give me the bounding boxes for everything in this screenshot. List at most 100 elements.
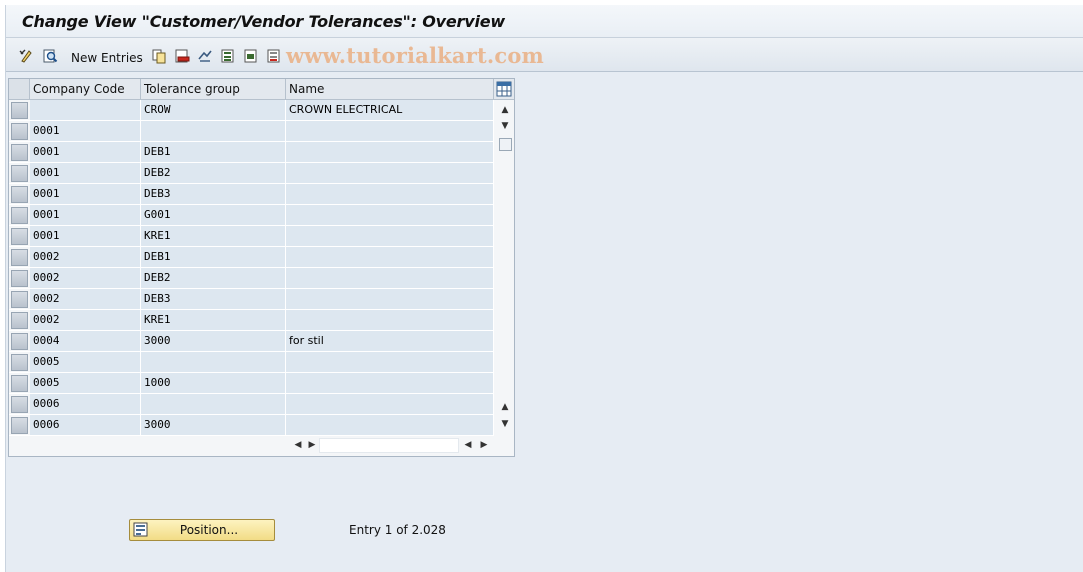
column-header-company-code[interactable]: Company Code <box>30 79 141 99</box>
cell-name[interactable] <box>286 289 494 309</box>
row-selector[interactable] <box>11 396 28 413</box>
table-row[interactable]: 0004 3000 for stil <box>9 331 494 352</box>
row-selector[interactable] <box>11 144 28 161</box>
table-row[interactable]: 0002 DEB3 <box>9 289 494 310</box>
cell-tolerance-group[interactable]: DEB2 <box>141 163 286 183</box>
scroll-left-icon[interactable]: ◀ <box>292 439 304 451</box>
cell-company-code[interactable] <box>30 100 141 120</box>
scroll-far-left-icon[interactable]: ◀ <box>462 439 474 451</box>
select-all-rows-cell[interactable] <box>9 79 30 99</box>
cell-name[interactable]: for stil <box>286 331 494 351</box>
cell-name[interactable] <box>286 415 494 435</box>
table-row[interactable]: 0006 <box>9 394 494 415</box>
row-selector[interactable] <box>11 333 28 350</box>
cell-name[interactable] <box>286 142 494 162</box>
cell-name[interactable] <box>286 310 494 330</box>
select-block-icon[interactable] <box>243 48 259 64</box>
display-change-icon[interactable] <box>19 48 35 64</box>
cell-company-code[interactable]: 0006 <box>30 394 141 414</box>
column-header-tolerance-group[interactable]: Tolerance group <box>141 79 286 99</box>
cell-name[interactable] <box>286 394 494 414</box>
table-row[interactable]: 0002 KRE1 <box>9 310 494 331</box>
undo-change-icon[interactable] <box>197 48 213 64</box>
cell-tolerance-group[interactable] <box>141 352 286 372</box>
horizontal-scrollbar[interactable]: ◀ ▶ ◀ ▶ <box>286 437 494 454</box>
table-settings-icon[interactable] <box>496 81 512 97</box>
details-icon[interactable] <box>42 48 58 64</box>
cell-company-code[interactable]: 0002 <box>30 247 141 267</box>
cell-name[interactable] <box>286 184 494 204</box>
scroll-page-up-icon[interactable]: ▲ <box>499 401 511 413</box>
row-selector[interactable] <box>11 417 28 434</box>
cell-tolerance-group[interactable]: DEB1 <box>141 142 286 162</box>
table-row[interactable]: 0001 DEB1 <box>9 142 494 163</box>
cell-name[interactable] <box>286 268 494 288</box>
table-row[interactable]: CROW CROWN ELECTRICAL <box>9 100 494 121</box>
scroll-right-icon[interactable]: ▶ <box>306 439 318 451</box>
cell-company-code[interactable]: 0005 <box>30 373 141 393</box>
row-selector[interactable] <box>11 291 28 308</box>
cell-tolerance-group[interactable] <box>141 121 286 141</box>
deselect-all-icon[interactable] <box>266 48 282 64</box>
cell-tolerance-group[interactable]: DEB3 <box>141 289 286 309</box>
cell-tolerance-group[interactable]: 3000 <box>141 331 286 351</box>
cell-company-code[interactable]: 0002 <box>30 310 141 330</box>
cell-name[interactable] <box>286 163 494 183</box>
row-selector[interactable] <box>11 165 28 182</box>
cell-name[interactable]: CROWN ELECTRICAL <box>286 100 494 120</box>
row-selector[interactable] <box>11 207 28 224</box>
position-button[interactable]: Position... <box>129 519 275 541</box>
cell-tolerance-group[interactable]: 1000 <box>141 373 286 393</box>
row-selector[interactable] <box>11 186 28 203</box>
cell-name[interactable] <box>286 205 494 225</box>
table-row[interactable]: 0001 DEB2 <box>9 163 494 184</box>
cell-tolerance-group[interactable]: DEB3 <box>141 184 286 204</box>
new-entries-button[interactable]: New Entries <box>71 51 143 65</box>
row-selector[interactable] <box>11 375 28 392</box>
table-row[interactable]: 0001 G001 <box>9 205 494 226</box>
row-selector[interactable] <box>11 102 28 119</box>
row-selector[interactable] <box>11 270 28 287</box>
row-selector[interactable] <box>11 249 28 266</box>
scroll-down-icon[interactable]: ▼ <box>499 120 511 132</box>
cell-company-code[interactable]: 0002 <box>30 289 141 309</box>
table-row[interactable]: 0005 <box>9 352 494 373</box>
cell-tolerance-group[interactable]: KRE1 <box>141 226 286 246</box>
table-row[interactable]: 0001 DEB3 <box>9 184 494 205</box>
cell-company-code[interactable]: 0004 <box>30 331 141 351</box>
scroll-far-right-icon[interactable]: ▶ <box>478 439 490 451</box>
table-row[interactable]: 0001 <box>9 121 494 142</box>
table-row[interactable]: 0002 DEB2 <box>9 268 494 289</box>
cell-tolerance-group[interactable]: 3000 <box>141 415 286 435</box>
cell-company-code[interactable]: 0001 <box>30 163 141 183</box>
cell-name[interactable] <box>286 352 494 372</box>
select-all-icon[interactable] <box>220 48 236 64</box>
cell-tolerance-group[interactable]: G001 <box>141 205 286 225</box>
cell-company-code[interactable]: 0001 <box>30 205 141 225</box>
cell-name[interactable] <box>286 226 494 246</box>
cell-name[interactable] <box>286 247 494 267</box>
vertical-scrollbar[interactable]: ▲ ▼ ▲ ▼ <box>496 100 514 435</box>
row-selector[interactable] <box>11 123 28 140</box>
cell-name[interactable] <box>286 373 494 393</box>
cell-company-code[interactable]: 0001 <box>30 184 141 204</box>
cell-company-code[interactable]: 0001 <box>30 226 141 246</box>
row-selector[interactable] <box>11 312 28 329</box>
cell-company-code[interactable]: 0005 <box>30 352 141 372</box>
table-row[interactable]: 0006 3000 <box>9 415 494 436</box>
horizontal-scroll-track[interactable] <box>319 438 459 453</box>
cell-company-code[interactable]: 0001 <box>30 121 141 141</box>
scroll-thumb[interactable] <box>499 138 512 151</box>
cell-tolerance-group[interactable] <box>141 394 286 414</box>
column-header-name[interactable]: Name <box>286 79 494 99</box>
table-row[interactable]: 0005 1000 <box>9 373 494 394</box>
cell-tolerance-group[interactable]: DEB1 <box>141 247 286 267</box>
copy-as-icon[interactable] <box>151 48 167 64</box>
cell-tolerance-group[interactable]: KRE1 <box>141 310 286 330</box>
cell-name[interactable] <box>286 121 494 141</box>
cell-company-code[interactable]: 0002 <box>30 268 141 288</box>
cell-company-code[interactable]: 0001 <box>30 142 141 162</box>
cell-company-code[interactable]: 0006 <box>30 415 141 435</box>
cell-tolerance-group[interactable]: DEB2 <box>141 268 286 288</box>
table-row[interactable]: 0002 DEB1 <box>9 247 494 268</box>
